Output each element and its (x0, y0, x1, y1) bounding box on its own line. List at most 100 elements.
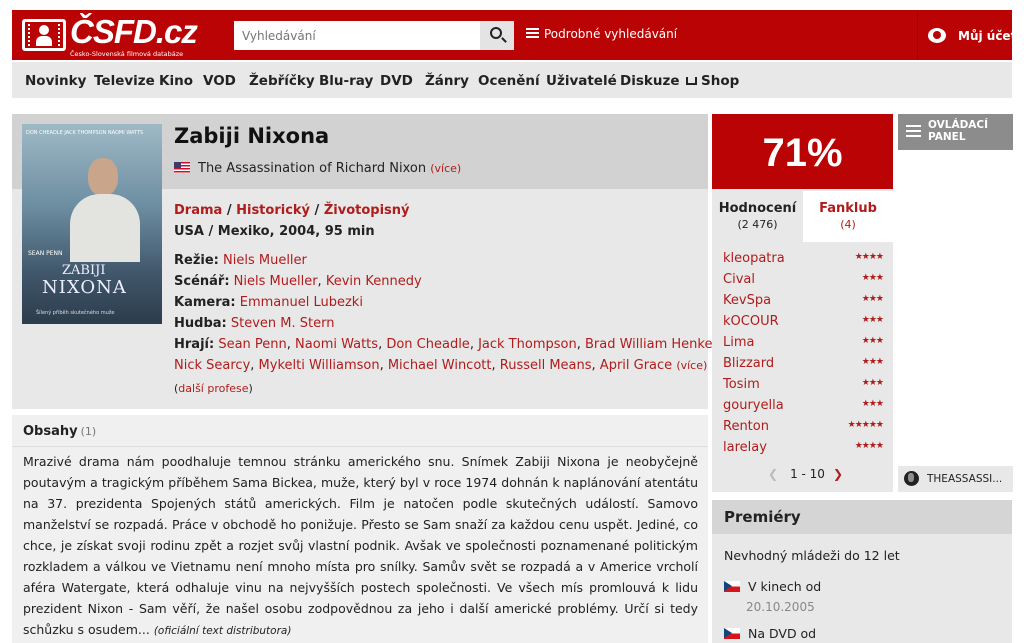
chevron-right-icon[interactable]: ❯ (833, 467, 843, 481)
main-nav: Novinky Televize Kino VOD Žebříčky Blu-r… (12, 62, 1012, 98)
nav-item-kino[interactable]: Kino (159, 73, 193, 89)
user-link[interactable]: kOCOUR (723, 314, 779, 329)
genre-link[interactable]: Životopisný (324, 203, 410, 218)
search-button[interactable] (480, 21, 514, 50)
film-poster[interactable]: DON CHEADLE JACK THOMPSON NAOMI WATTS SE… (22, 124, 162, 324)
genre-link[interactable]: Historický (236, 203, 310, 218)
user-link[interactable]: Cival (723, 272, 755, 287)
film-title: Zabiji Nixona (174, 124, 330, 148)
plot-body: Mrazivé drama nám poodhaluje temnou strá… (23, 454, 698, 637)
cz-flag-icon (724, 628, 740, 639)
user-link[interactable]: larelay (723, 440, 767, 455)
premiere-dvd: Na DVD od (724, 626, 816, 641)
person-link[interactable]: Mykelti Williamson (259, 358, 380, 373)
person-link[interactable]: Niels Mueller (223, 253, 307, 268)
website-link[interactable]: THEASSASSI... (898, 466, 1013, 492)
cz-flag-icon (724, 581, 740, 592)
user-icon (928, 28, 946, 43)
person-link[interactable]: Russell Means (500, 358, 592, 373)
tab-fanclub[interactable]: Fanklub (4) (803, 191, 893, 242)
screenplay-row: Scénář: Niels Mueller, Kevin Kennedy (174, 274, 422, 289)
nav-item-zanry[interactable]: Žánry (425, 73, 469, 89)
logo-tagline: Česko-Slovenská filmová databáze (70, 50, 184, 58)
cast-label: Hrají: (174, 337, 215, 352)
user-rating-row: kleopatra ★★★★ (723, 251, 884, 271)
search-box (234, 21, 514, 50)
control-panel-button[interactable]: OVLÁDACÍ PANEL (898, 114, 1013, 150)
poster-face (88, 158, 118, 196)
nav-item-bluray[interactable]: Blu-ray (319, 73, 373, 89)
more-professions: (další profese) (174, 382, 253, 395)
person-link[interactable]: Jack Thompson (478, 337, 577, 352)
nav-shop-label: Shop (701, 73, 740, 89)
poster-star: SEAN PENN (28, 250, 63, 257)
genre-link[interactable]: Drama (174, 203, 222, 218)
ratings-pager: ❮ 1 - 10 ❯ (768, 467, 843, 481)
person-link[interactable]: April Grace (600, 358, 672, 373)
nav-item-shop[interactable]: Shop (686, 73, 739, 89)
nav-item-oceneni[interactable]: Ocenění (478, 73, 540, 89)
user-link[interactable]: Renton (723, 419, 769, 434)
person-link[interactable]: Nick Searcy (174, 358, 250, 373)
stars-icon: ★★★ (861, 315, 884, 325)
top-header: ČSFD.cz Česko-Slovenská filmová databáze… (12, 10, 1016, 60)
user-link[interactable]: Tosim (723, 377, 760, 392)
person-link[interactable]: Brad William Henke (585, 337, 712, 352)
user-link[interactable]: Lima (723, 335, 754, 350)
person-link[interactable]: Niels Mueller (234, 274, 318, 289)
original-title-more-link[interactable]: (více) (430, 162, 461, 175)
user-link[interactable]: gouryella (723, 398, 784, 413)
stars-icon: ★★★★★ (847, 420, 884, 430)
user-link[interactable]: Blizzard (723, 356, 774, 371)
person-link[interactable]: Emmanuel Lubezki (240, 295, 363, 310)
cast-row-2: Nick Searcy, Mykelti Williamson, Michael… (174, 358, 708, 373)
age-rating: Nevhodný mládeži do 12 let (724, 548, 900, 563)
poster-tagline: Šílený příběh skutečného muže (36, 310, 115, 316)
premiere-label: Na DVD od (748, 626, 817, 641)
camera-row: Kamera: Emmanuel Lubezki (174, 295, 363, 310)
rating-score: 71% (712, 114, 893, 189)
premiere-label: V kinech od (748, 579, 822, 594)
hamburger-icon (906, 125, 921, 137)
genres: Drama / Historický / Životopisný (174, 203, 410, 218)
person-link[interactable]: Steven M. Stern (231, 316, 335, 331)
search-input[interactable] (234, 21, 480, 50)
nav-item-diskuze[interactable]: Diskuze (620, 73, 679, 89)
control-panel-label: OVLÁDACÍ PANEL (928, 119, 989, 143)
person-link[interactable]: Michael Wincott (388, 358, 492, 373)
user-rating-row: Renton ★★★★★ (723, 419, 884, 439)
user-link[interactable]: kleopatra (723, 251, 785, 266)
nav-item-dvd[interactable]: DVD (380, 73, 413, 89)
cast-more-link[interactable]: (více) (676, 359, 707, 372)
user-link[interactable]: KevSpa (723, 293, 771, 308)
nav-item-vod[interactable]: VOD (203, 73, 236, 89)
person-link[interactable]: Don Cheadle (386, 337, 469, 352)
person-link[interactable]: Kevin Kennedy (326, 274, 422, 289)
poster-credits: DON CHEADLE JACK THOMPSON NAOMI WATTS (26, 130, 144, 136)
premiere-cinema: V kinech od (724, 579, 821, 594)
poster-title-1: ZABIJI (62, 263, 106, 278)
poster-title-2: NIXONA (42, 277, 127, 298)
original-title-text: The Assassination of Richard Nixon (198, 161, 427, 176)
user-rating-row: Lima ★★★ (723, 335, 884, 355)
account-button[interactable]: Můj účet (917, 10, 1016, 60)
stars-icon: ★★★ (861, 273, 884, 283)
nav-item-novinky[interactable]: Novinky (25, 73, 86, 89)
chevron-left-icon[interactable]: ❮ (768, 467, 778, 481)
person-link[interactable]: Naomi Watts (295, 337, 378, 352)
plot-heading: Obsahy (1) (23, 424, 96, 439)
tab-ratings-count: (2 476) (737, 218, 778, 231)
advanced-search-link[interactable]: Podrobné vyhledávání (526, 27, 677, 41)
person-link[interactable]: Sean Penn (218, 337, 286, 352)
user-rating-row: gouryella ★★★ (723, 398, 884, 418)
nav-item-uzivatele[interactable]: Uživatelé (546, 73, 617, 89)
more-professions-link[interactable]: další profese (178, 382, 248, 395)
user-rating-row: Tosim ★★★ (723, 377, 884, 397)
logo-wordmark: ČSFD.cz (70, 13, 198, 50)
csfd-logo[interactable]: ČSFD.cz Česko-Slovenská filmová databáze (22, 13, 198, 58)
original-title: The Assassination of Richard Nixon (více… (174, 161, 461, 176)
nav-item-zebricky[interactable]: Žebříčky (249, 73, 315, 89)
tab-ratings[interactable]: Hodnocení (2 476) (712, 191, 803, 242)
director-label: Režie: (174, 253, 219, 268)
nav-item-televize[interactable]: Televize (94, 73, 155, 89)
